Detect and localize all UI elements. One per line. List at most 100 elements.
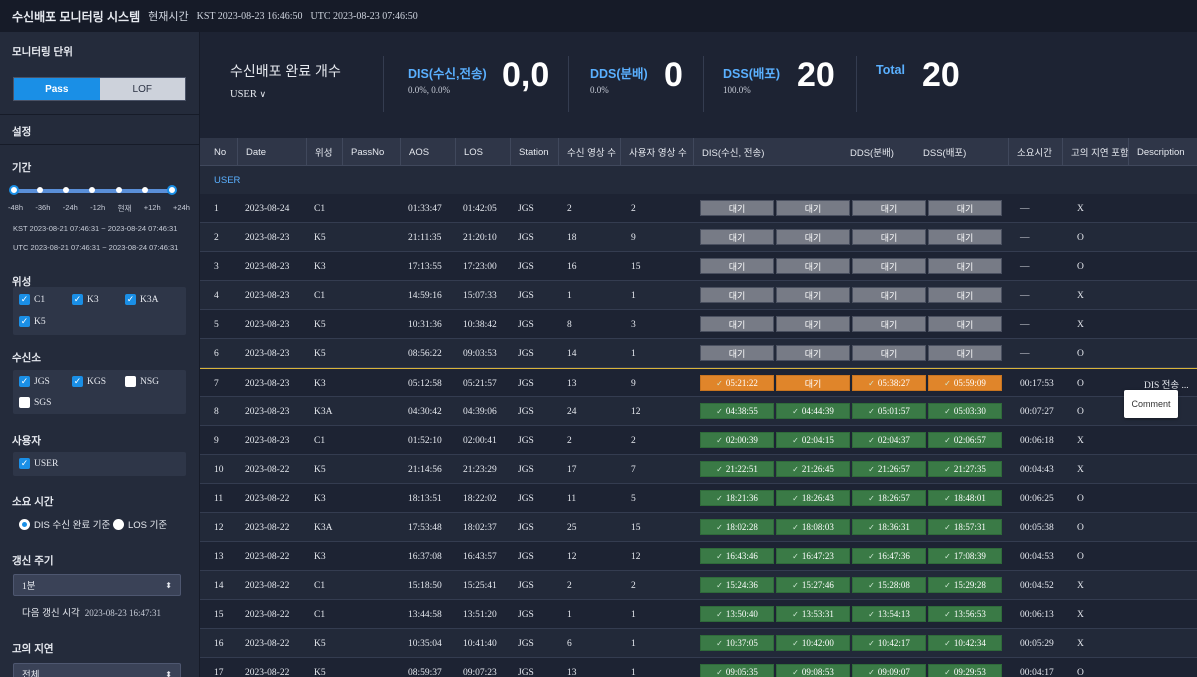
slider-end-handle[interactable]: [167, 185, 177, 195]
satellite-checkbox-k3a[interactable]: ✓ K3A: [125, 294, 158, 305]
col-user-count[interactable]: 사용자 영상 수: [620, 138, 687, 166]
dis-send-status[interactable]: ✓ 13:53:31: [776, 606, 850, 622]
table-row[interactable]: 17 2023-08-22 K5 08:59:37 09:07:23 JGS 13 1 00:0…: [200, 658, 1197, 677]
col-station[interactable]: Station: [510, 138, 549, 166]
dis-send-status[interactable]: 대기: [776, 200, 850, 216]
col-no[interactable]: No: [214, 138, 226, 166]
dis-send-status[interactable]: ✓ 02:04:15: [776, 432, 850, 448]
table-row[interactable]: 15 2023-08-22 C1 13:44:58 13:51:20 JGS 1 1 00:06…: [200, 600, 1197, 629]
col-recv-count[interactable]: 수신 영상 수: [558, 138, 616, 166]
table-row[interactable]: 8 2023-08-23 K3A 04:30:42 04:39:06 JGS 24 12 00:…: [200, 397, 1197, 426]
dss-status[interactable]: ✓ 13:56:53: [928, 606, 1002, 622]
dds-status[interactable]: 대기: [852, 200, 926, 216]
refresh-select[interactable]: 1분 ⬍: [13, 574, 181, 596]
dds-status[interactable]: ✓ 16:47:36: [852, 548, 926, 564]
dis-status[interactable]: 대기: [700, 345, 774, 361]
dis-send-status[interactable]: 대기: [776, 345, 850, 361]
station-checkbox-sgs[interactable]: SGS: [19, 397, 51, 408]
dds-status[interactable]: ✓ 05:38:27: [852, 375, 926, 391]
dss-status[interactable]: 대기: [928, 287, 1002, 303]
dis-status[interactable]: ✓ 05:21:22: [700, 375, 774, 391]
dis-send-status[interactable]: 대기: [776, 229, 850, 245]
table-row[interactable]: 14 2023-08-22 C1 15:18:50 15:25:41 JGS 2 2 00:04…: [200, 571, 1197, 600]
table-row[interactable]: 9 2023-08-23 C1 01:52:10 02:00:41 JGS 2 2 00:06:…: [200, 426, 1197, 455]
slider-start-handle[interactable]: [9, 185, 19, 195]
col-satellite[interactable]: 위성: [306, 138, 332, 166]
station-checkbox-nsg[interactable]: NSG: [125, 376, 159, 387]
dss-status[interactable]: ✓ 09:29:53: [928, 664, 1002, 677]
dds-status[interactable]: 대기: [852, 287, 926, 303]
dss-status[interactable]: ✓ 10:42:34: [928, 635, 1002, 651]
dss-status[interactable]: ✓ 17:08:39: [928, 548, 1002, 564]
dis-status[interactable]: 대기: [700, 287, 774, 303]
dis-send-status[interactable]: ✓ 04:44:39: [776, 403, 850, 419]
dis-status[interactable]: ✓ 16:43:46: [700, 548, 774, 564]
table-row[interactable]: 12 2023-08-22 K3A 17:53:48 18:02:37 JGS 25 15 00…: [200, 513, 1197, 542]
station-checkbox-kgs[interactable]: ✓ KGS: [72, 376, 106, 387]
dis-status[interactable]: ✓ 04:38:55: [700, 403, 774, 419]
table-row[interactable]: 10 2023-08-22 K5 21:14:56 21:23:29 JGS 17 7 00:0…: [200, 455, 1197, 484]
dss-status[interactable]: 대기: [928, 258, 1002, 274]
table-row[interactable]: 7 2023-08-23 K3 05:12:58 05:21:57 JGS 13 9 00:17…: [200, 368, 1197, 397]
dis-status[interactable]: 대기: [700, 316, 774, 332]
dis-send-status[interactable]: ✓ 18:26:43: [776, 490, 850, 506]
dss-status[interactable]: ✓ 15:29:28: [928, 577, 1002, 593]
table-row[interactable]: 4 2023-08-23 C1 14:59:16 15:07:33 JGS 1 1 — X 대기 대기…: [200, 281, 1197, 310]
dis-status[interactable]: ✓ 10:37:05: [700, 635, 774, 651]
dis-status[interactable]: ✓ 02:00:39: [700, 432, 774, 448]
dds-status[interactable]: ✓ 02:04:37: [852, 432, 926, 448]
dss-status[interactable]: 대기: [928, 229, 1002, 245]
duration-radio-dis[interactable]: DIS 수신 완료 기준: [19, 517, 110, 531]
delay-select[interactable]: 전체 ⬍: [13, 663, 181, 677]
user-dropdown[interactable]: USER ∨: [230, 89, 341, 100]
dis-status[interactable]: ✓ 13:50:40: [700, 606, 774, 622]
period-slider[interactable]: [9, 185, 177, 195]
dss-status[interactable]: ✓ 05:03:30: [928, 403, 1002, 419]
table-row[interactable]: 6 2023-08-23 K5 08:56:22 09:03:53 JGS 14 1 — O 대기 대…: [200, 339, 1197, 368]
table-row[interactable]: 16 2023-08-22 K5 10:35:04 10:41:40 JGS 6 1 00:05…: [200, 629, 1197, 658]
dis-status[interactable]: ✓ 18:02:28: [700, 519, 774, 535]
dds-status[interactable]: ✓ 15:28:08: [852, 577, 926, 593]
dss-status[interactable]: 대기: [928, 345, 1002, 361]
col-dss[interactable]: DSS(배포): [923, 138, 966, 166]
duration-radio-los[interactable]: LOS 기준: [113, 517, 167, 531]
dss-status[interactable]: 대기: [928, 200, 1002, 216]
col-dds[interactable]: DDS(분배): [850, 138, 894, 166]
dis-send-status[interactable]: ✓ 10:42:00: [776, 635, 850, 651]
col-delay[interactable]: 고의 지연 포함: [1062, 138, 1129, 166]
dis-status[interactable]: ✓ 21:22:51: [700, 461, 774, 477]
col-passno[interactable]: PassNo: [342, 138, 384, 166]
dss-status[interactable]: ✓ 18:48:01: [928, 490, 1002, 506]
table-row[interactable]: 2 2023-08-23 K5 21:11:35 21:20:10 JGS 18 9 — O 대기 대…: [200, 223, 1197, 252]
dss-status[interactable]: ✓ 05:59:09: [928, 375, 1002, 391]
dis-send-status[interactable]: 대기: [776, 287, 850, 303]
dis-send-status[interactable]: 대기: [776, 316, 850, 332]
dds-status[interactable]: ✓ 21:26:57: [852, 461, 926, 477]
dis-status[interactable]: 대기: [700, 229, 774, 245]
dis-status[interactable]: 대기: [700, 200, 774, 216]
dis-send-status[interactable]: 대기: [776, 375, 850, 391]
dis-send-status[interactable]: ✓ 18:08:03: [776, 519, 850, 535]
col-aos[interactable]: AOS: [400, 138, 429, 166]
dis-send-status[interactable]: ✓ 16:47:23: [776, 548, 850, 564]
unit-pass-button[interactable]: Pass: [14, 78, 100, 100]
col-los[interactable]: LOS: [455, 138, 483, 166]
satellite-checkbox-k3[interactable]: ✓ K3: [72, 294, 99, 305]
dds-status[interactable]: ✓ 18:26:57: [852, 490, 926, 506]
dis-status[interactable]: 대기: [700, 258, 774, 274]
dis-status[interactable]: ✓ 09:05:35: [700, 664, 774, 677]
dds-status[interactable]: 대기: [852, 316, 926, 332]
dds-status[interactable]: ✓ 09:09:07: [852, 664, 926, 677]
dis-send-status[interactable]: 대기: [776, 258, 850, 274]
table-row[interactable]: 13 2023-08-22 K3 16:37:08 16:43:57 JGS 12 12 00:…: [200, 542, 1197, 571]
dis-send-status[interactable]: ✓ 09:08:53: [776, 664, 850, 677]
table-row[interactable]: 11 2023-08-22 K3 18:13:51 18:22:02 JGS 11 5 00:0…: [200, 484, 1197, 513]
col-date[interactable]: Date: [237, 138, 266, 166]
dis-send-status[interactable]: ✓ 15:27:46: [776, 577, 850, 593]
dss-status[interactable]: ✓ 18:57:31: [928, 519, 1002, 535]
dds-status[interactable]: 대기: [852, 258, 926, 274]
table-row[interactable]: 5 2023-08-23 K5 10:31:36 10:38:42 JGS 8 3 — X 대기 대기…: [200, 310, 1197, 339]
dis-status[interactable]: ✓ 15:24:36: [700, 577, 774, 593]
table-row[interactable]: 1 2023-08-24 C1 01:33:47 01:42:05 JGS 2 2 — X 대기 대기…: [200, 194, 1197, 223]
dds-status[interactable]: ✓ 13:54:13: [852, 606, 926, 622]
